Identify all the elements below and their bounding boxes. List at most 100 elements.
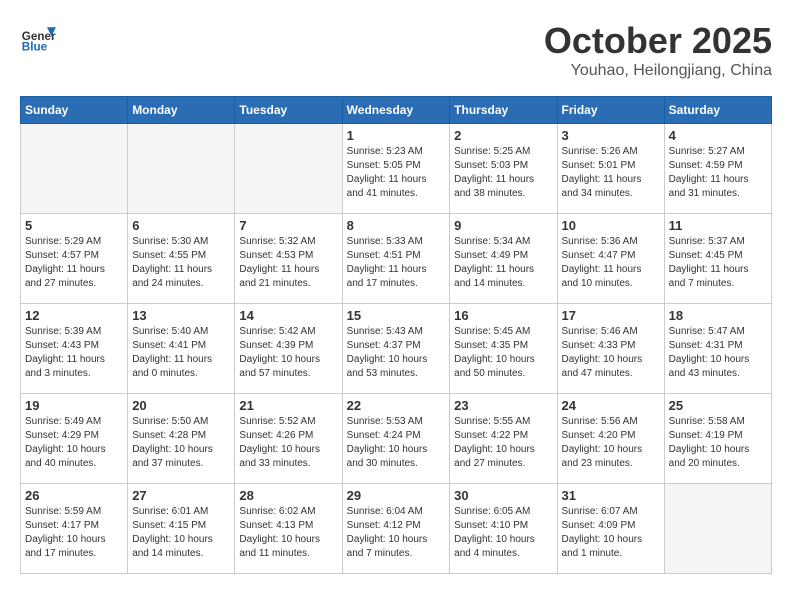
calendar-day bbox=[128, 124, 235, 214]
calendar-day: 10 Sunrise: 5:36 AMSunset: 4:47 PMDayligh… bbox=[557, 214, 664, 304]
day-info: Sunrise: 5:37 AMSunset: 4:45 PMDaylight:… bbox=[669, 235, 767, 291]
calendar-day: 12Sunrise: 5:39 AMSunset: 4:43 PMDayligh… bbox=[21, 304, 128, 394]
calendar-day: 30 Sunrise: 6:05 AMSunset: 4:10 PMDayligh… bbox=[450, 484, 557, 574]
day-info: Sunrise: 6:05 AMSunset: 4:10 PMDaylight:… bbox=[454, 505, 552, 561]
day-info: Sunrise: 5:26 AMSunset: 5:01 PMDaylight:… bbox=[562, 145, 660, 201]
day-number: 26 bbox=[25, 488, 123, 503]
calendar-day: 3 Sunrise: 5:26 AMSunset: 5:01 PMDaylight… bbox=[557, 124, 664, 214]
calendar-day: 28 Sunrise: 6:02 AMSunset: 4:13 PMDayligh… bbox=[235, 484, 342, 574]
day-info: Sunrise: 5:56 AMSunset: 4:20 PMDaylight:… bbox=[562, 415, 660, 471]
calendar-day: 11 Sunrise: 5:37 AMSunset: 4:45 PMDayligh… bbox=[664, 214, 771, 304]
title-block: October 2025 Youhao, Heilongjiang, China bbox=[544, 20, 772, 80]
calendar-day: 22 Sunrise: 5:53 AMSunset: 4:24 PMDayligh… bbox=[342, 394, 450, 484]
day-number: 11 bbox=[669, 218, 767, 233]
day-number: 14 bbox=[239, 308, 337, 323]
calendar-week-5: 26 Sunrise: 5:59 AMSunset: 4:17 PMDayligh… bbox=[21, 484, 772, 574]
calendar-day: 13 Sunrise: 5:40 AMSunset: 4:41 PMDayligh… bbox=[128, 304, 235, 394]
day-number: 25 bbox=[669, 398, 767, 413]
day-number: 13 bbox=[132, 308, 230, 323]
day-info: Sunrise: 5:50 AMSunset: 4:28 PMDaylight:… bbox=[132, 415, 230, 471]
page-header: General Blue October 2025 Youhao, Heilon… bbox=[20, 20, 772, 80]
calendar-week-3: 12Sunrise: 5:39 AMSunset: 4:43 PMDayligh… bbox=[21, 304, 772, 394]
day-number: 5 bbox=[25, 218, 123, 233]
calendar-day: 4Sunrise: 5:27 AMSunset: 4:59 PMDaylight… bbox=[664, 124, 771, 214]
day-number: 29 bbox=[347, 488, 446, 503]
calendar-day: 5 Sunrise: 5:29 AMSunset: 4:57 PMDaylight… bbox=[21, 214, 128, 304]
day-info: Sunrise: 5:43 AMSunset: 4:37 PMDaylight:… bbox=[347, 325, 446, 381]
weekday-header-wednesday: Wednesday bbox=[342, 97, 450, 124]
weekday-header-saturday: Saturday bbox=[664, 97, 771, 124]
day-info: Sunrise: 5:29 AMSunset: 4:57 PMDaylight:… bbox=[25, 235, 123, 291]
day-info: Sunrise: 5:36 AMSunset: 4:47 PMDaylight:… bbox=[562, 235, 660, 291]
calendar-week-4: 19Sunrise: 5:49 AMSunset: 4:29 PMDayligh… bbox=[21, 394, 772, 484]
location: Youhao, Heilongjiang, China bbox=[544, 62, 772, 80]
weekday-header-thursday: Thursday bbox=[450, 97, 557, 124]
day-number: 27 bbox=[132, 488, 230, 503]
day-info: Sunrise: 5:25 AMSunset: 5:03 PMDaylight:… bbox=[454, 145, 552, 201]
calendar-day: 1 Sunrise: 5:23 AMSunset: 5:05 PMDaylight… bbox=[342, 124, 450, 214]
calendar-day: 25 Sunrise: 5:58 AMSunset: 4:19 PMDayligh… bbox=[664, 394, 771, 484]
weekday-header-sunday: Sunday bbox=[21, 97, 128, 124]
day-info: Sunrise: 6:02 AMSunset: 4:13 PMDaylight:… bbox=[239, 505, 337, 561]
calendar-day: 18Sunrise: 5:47 AMSunset: 4:31 PMDayligh… bbox=[664, 304, 771, 394]
calendar-week-2: 5 Sunrise: 5:29 AMSunset: 4:57 PMDaylight… bbox=[21, 214, 772, 304]
day-info: Sunrise: 5:59 AMSunset: 4:17 PMDaylight:… bbox=[25, 505, 123, 561]
calendar-day: 21 Sunrise: 5:52 AMSunset: 4:26 PMDayligh… bbox=[235, 394, 342, 484]
day-number: 12 bbox=[25, 308, 123, 323]
weekday-header-tuesday: Tuesday bbox=[235, 97, 342, 124]
calendar-day: 6Sunrise: 5:30 AMSunset: 4:55 PMDaylight… bbox=[128, 214, 235, 304]
day-number: 2 bbox=[454, 128, 552, 143]
day-number: 17 bbox=[562, 308, 660, 323]
weekday-header-monday: Monday bbox=[128, 97, 235, 124]
day-number: 1 bbox=[347, 128, 446, 143]
weekday-header-row: SundayMondayTuesdayWednesdayThursdayFrid… bbox=[21, 97, 772, 124]
day-number: 20 bbox=[132, 398, 230, 413]
day-info: Sunrise: 6:07 AMSunset: 4:09 PMDaylight:… bbox=[562, 505, 660, 561]
day-number: 21 bbox=[239, 398, 337, 413]
day-info: Sunrise: 6:01 AMSunset: 4:15 PMDaylight:… bbox=[132, 505, 230, 561]
day-number: 28 bbox=[239, 488, 337, 503]
day-info: Sunrise: 5:34 AMSunset: 4:49 PMDaylight:… bbox=[454, 235, 552, 291]
day-number: 10 bbox=[562, 218, 660, 233]
calendar-day: 20 Sunrise: 5:50 AMSunset: 4:28 PMDayligh… bbox=[128, 394, 235, 484]
day-number: 8 bbox=[347, 218, 446, 233]
weekday-header-friday: Friday bbox=[557, 97, 664, 124]
calendar-day bbox=[235, 124, 342, 214]
day-info: Sunrise: 5:58 AMSunset: 4:19 PMDaylight:… bbox=[669, 415, 767, 471]
day-info: Sunrise: 5:32 AMSunset: 4:53 PMDaylight:… bbox=[239, 235, 337, 291]
calendar-day: 8 Sunrise: 5:33 AMSunset: 4:51 PMDaylight… bbox=[342, 214, 450, 304]
day-number: 24 bbox=[562, 398, 660, 413]
calendar-day: 29 Sunrise: 6:04 AMSunset: 4:12 PMDayligh… bbox=[342, 484, 450, 574]
calendar-day: 27 Sunrise: 6:01 AMSunset: 4:15 PMDayligh… bbox=[128, 484, 235, 574]
day-number: 3 bbox=[562, 128, 660, 143]
calendar-day: 16Sunrise: 5:45 AMSunset: 4:35 PMDayligh… bbox=[450, 304, 557, 394]
logo-icon: General Blue bbox=[20, 20, 56, 56]
day-info: Sunrise: 5:52 AMSunset: 4:26 PMDaylight:… bbox=[239, 415, 337, 471]
day-info: Sunrise: 5:55 AMSunset: 4:22 PMDaylight:… bbox=[454, 415, 552, 471]
day-number: 19 bbox=[25, 398, 123, 413]
calendar-day: 15Sunrise: 5:43 AMSunset: 4:37 PMDayligh… bbox=[342, 304, 450, 394]
day-number: 30 bbox=[454, 488, 552, 503]
calendar-day: 2 Sunrise: 5:25 AMSunset: 5:03 PMDaylight… bbox=[450, 124, 557, 214]
day-number: 22 bbox=[347, 398, 446, 413]
calendar-day: 26 Sunrise: 5:59 AMSunset: 4:17 PMDayligh… bbox=[21, 484, 128, 574]
day-number: 7 bbox=[239, 218, 337, 233]
day-info: Sunrise: 5:40 AMSunset: 4:41 PMDaylight:… bbox=[132, 325, 230, 381]
day-number: 4 bbox=[669, 128, 767, 143]
day-info: Sunrise: 5:53 AMSunset: 4:24 PMDaylight:… bbox=[347, 415, 446, 471]
calendar-table: SundayMondayTuesdayWednesdayThursdayFrid… bbox=[20, 96, 772, 574]
day-number: 16 bbox=[454, 308, 552, 323]
calendar-day: 14 Sunrise: 5:42 AMSunset: 4:39 PMDayligh… bbox=[235, 304, 342, 394]
day-info: Sunrise: 6:04 AMSunset: 4:12 PMDaylight:… bbox=[347, 505, 446, 561]
calendar-day: 19Sunrise: 5:49 AMSunset: 4:29 PMDayligh… bbox=[21, 394, 128, 484]
calendar-day bbox=[664, 484, 771, 574]
svg-text:Blue: Blue bbox=[22, 41, 48, 54]
calendar-day: 7 Sunrise: 5:32 AMSunset: 4:53 PMDaylight… bbox=[235, 214, 342, 304]
logo: General Blue bbox=[20, 20, 56, 56]
day-info: Sunrise: 5:33 AMSunset: 4:51 PMDaylight:… bbox=[347, 235, 446, 291]
day-info: Sunrise: 5:23 AMSunset: 5:05 PMDaylight:… bbox=[347, 145, 446, 201]
day-info: Sunrise: 5:42 AMSunset: 4:39 PMDaylight:… bbox=[239, 325, 337, 381]
calendar-day: 24 Sunrise: 5:56 AMSunset: 4:20 PMDayligh… bbox=[557, 394, 664, 484]
calendar-week-1: 1 Sunrise: 5:23 AMSunset: 5:05 PMDaylight… bbox=[21, 124, 772, 214]
calendar-day: 17Sunrise: 5:46 AMSunset: 4:33 PMDayligh… bbox=[557, 304, 664, 394]
